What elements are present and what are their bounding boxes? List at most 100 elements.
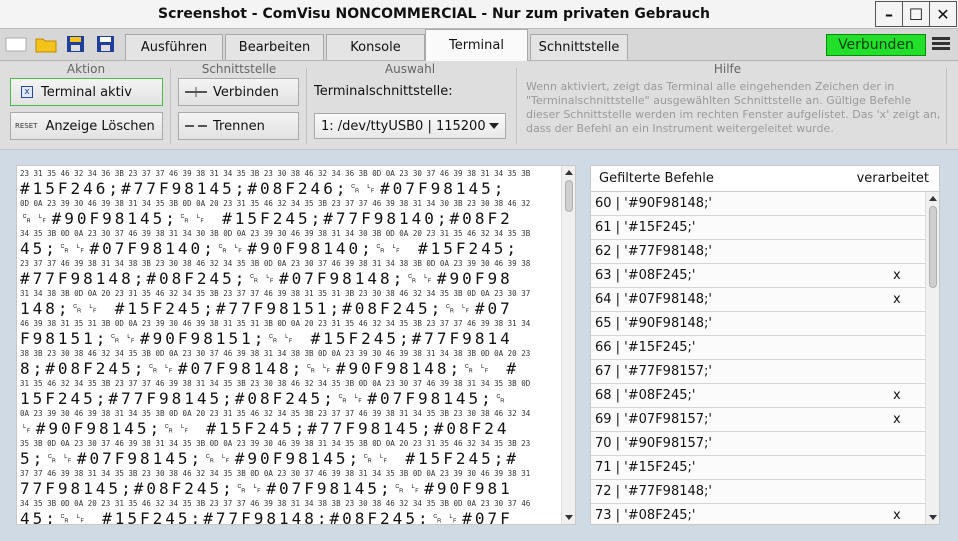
terminal-text-line: 148;␍␊ #15F245;#77F98151;#08F245;␍␊#07 xyxy=(20,301,513,316)
terminal-text-line: #77F98148;#08F245;␍␊#07F98148;␍␊#90F98 xyxy=(20,271,513,286)
terminal-text-line: #15F246;#77F98145;#08F246;␍␊#07F98145; xyxy=(20,181,507,196)
terminal-hex-line: 0D 0A 23 39 30 46 39 38 31 34 35 3B 0D 0… xyxy=(20,199,531,208)
group-label-aktion: Aktion xyxy=(66,62,106,76)
menu-icon[interactable] xyxy=(932,37,950,51)
command-text: 68 | '#08F245;' xyxy=(595,388,696,403)
terminal-output[interactable]: 23 31 35 46 32 34 36 3B 23 37 37 46 39 3… xyxy=(16,165,576,525)
open-folder-icon[interactable] xyxy=(35,35,57,53)
command-text: 62 | '#77F98148;' xyxy=(595,244,712,259)
command-row[interactable]: 72 | '#77F98148;' xyxy=(591,480,925,504)
tab-schnittstelle[interactable]: Schnittstelle xyxy=(530,34,628,60)
terminalschnittstelle-select[interactable]: 1: /dev/ttyUSB0 | 115200 xyxy=(314,113,506,139)
filtered-commands-panel: Gefilterte Befehle verarbeitet 60 | '#90… xyxy=(590,165,940,525)
close-button[interactable]: ✕ xyxy=(929,1,957,27)
command-row[interactable]: 73 | '#08F245;' x xyxy=(591,504,925,524)
command-text: 71 | '#15F245;' xyxy=(595,460,696,475)
command-row[interactable]: 66 | '#15F245;' xyxy=(591,336,925,360)
command-row[interactable]: 68 | '#08F245;' x xyxy=(591,384,925,408)
tab-terminal[interactable]: Terminal xyxy=(425,29,528,61)
terminal-hex-line: 31 34 38 3B 0D 0A 20 23 31 35 46 32 34 3… xyxy=(20,289,531,298)
separator xyxy=(170,68,171,144)
command-text: 66 | '#15F245;' xyxy=(595,340,696,355)
group-label-schnittstelle: Schnittstelle xyxy=(201,62,277,76)
toolbar: Ausführen Bearbeiten Konsole Terminal Sc… xyxy=(0,29,958,61)
command-row[interactable]: 71 | '#15F245;' xyxy=(591,456,925,480)
command-row[interactable]: 70 | '#90F98157;' xyxy=(591,432,925,456)
maximize-button[interactable]: ☐ xyxy=(902,1,930,27)
command-row[interactable]: 63 | '#08F245;' x xyxy=(591,264,925,288)
separator xyxy=(306,68,307,144)
group-label-hilfe: Hilfe xyxy=(713,62,742,76)
terminal-text-line: ␍␊#90F98145;␍␊ #15F245;#77F98140;#08F2 xyxy=(20,211,513,226)
terminal-hex-line: 0A 23 39 30 46 39 38 31 34 35 3B 0D 0A 2… xyxy=(20,409,531,418)
command-text: 73 | '#08F245;' xyxy=(595,508,696,523)
scroll-down-icon[interactable] xyxy=(565,515,573,520)
separator xyxy=(946,68,947,144)
scroll-up-icon[interactable] xyxy=(565,170,573,175)
minimize-button[interactable]: – xyxy=(875,1,903,27)
terminal-text-line: ␊#90F98145;␍␊ #15F245;#77F98145;#08F24 xyxy=(20,421,510,436)
disconnect-icon xyxy=(185,125,207,127)
reset-icon: RESET xyxy=(15,122,38,130)
save-icon[interactable] xyxy=(95,35,117,53)
command-text: 72 | '#77F98148;' xyxy=(595,484,712,499)
anzeige-loeschen-label: Anzeige Löschen xyxy=(45,118,155,134)
command-text: 65 | '#90F98148;' xyxy=(595,316,712,331)
scroll-down-icon[interactable] xyxy=(929,515,937,520)
command-row[interactable]: 65 | '#90F98148;' xyxy=(591,312,925,336)
command-row[interactable]: 67 | '#77F98157;' xyxy=(591,360,925,384)
terminal-hex-line: 35 3B 0D 0A 23 30 37 46 39 38 31 34 35 3… xyxy=(20,439,531,448)
terminal-text-line: 77F98145;#08F245;␍␊#07F98145;␍␊#90F981 xyxy=(20,481,513,496)
title-bar: Screenshot - ComVisu NONCOMMERCIAL - Nur… xyxy=(0,0,958,29)
verbinden-button[interactable]: Verbinden xyxy=(178,78,299,106)
tab-konsole[interactable]: Konsole xyxy=(326,34,425,60)
verbinden-label: Verbinden xyxy=(213,84,279,100)
command-row[interactable]: 60 | '#90F98148;' xyxy=(591,192,925,216)
terminal-hex-line: 46 39 38 31 35 31 3B 0D 0A 23 39 30 46 3… xyxy=(20,319,531,328)
scroll-up-icon[interactable] xyxy=(929,196,937,201)
trennen-label: Trennen xyxy=(213,118,265,134)
anzeige-loeschen-button[interactable]: RESET Anzeige Löschen xyxy=(10,112,163,140)
processed-mark: x xyxy=(893,412,901,427)
tab-bearbeiten[interactable]: Bearbeiten xyxy=(225,34,324,60)
group-label-auswahl: Auswahl xyxy=(384,62,436,76)
terminal-text-line: 15F245;#77F98145;#08F245;␍␊#07F98145;␍ xyxy=(20,391,510,406)
commands-scrollbar[interactable] xyxy=(925,192,939,524)
command-text: 64 | '#07F98148;' xyxy=(595,292,712,307)
terminal-lines: 23 31 35 46 32 34 36 3B 23 37 37 46 39 3… xyxy=(17,166,575,525)
terminal-scrollbar[interactable] xyxy=(561,166,575,524)
terminal-aktiv-button[interactable]: x Terminal aktiv xyxy=(10,78,163,106)
scroll-thumb[interactable] xyxy=(565,180,573,212)
chevron-down-icon xyxy=(489,123,499,129)
connection-status-badge: Verbunden xyxy=(826,34,926,56)
trennen-button[interactable]: Trennen xyxy=(178,112,299,140)
commands-list: 60 | '#90F98148;' 61 | '#15F245;' 62 | '#7… xyxy=(591,192,925,524)
terminalschnittstelle-label: Terminalschnittstelle: xyxy=(314,84,453,99)
tab-ausfuehren[interactable]: Ausführen xyxy=(125,34,223,60)
command-row[interactable]: 64 | '#07F98148;' x xyxy=(591,288,925,312)
selected-interface: 1: /dev/ttyUSB0 | 115200 xyxy=(321,118,486,134)
processed-mark: x xyxy=(893,388,901,403)
processed-mark: x xyxy=(893,508,901,523)
command-row[interactable]: 62 | '#77F98148;' xyxy=(591,240,925,264)
terminal-hex-line: 34 35 3B 0D 0A 23 30 37 46 39 38 31 34 3… xyxy=(20,229,531,238)
terminal-text-line: 45;␍␊ #15F245;#77F98148;#08F245;␍␊#07F xyxy=(20,511,513,525)
command-row[interactable]: 69 | '#07F98157;' x xyxy=(591,408,925,432)
terminal-hex-line: 31 35 46 32 34 35 3B 23 37 37 46 39 38 3… xyxy=(20,379,531,388)
terminal-text-line: F98151;␍␊#90F98151;␍␊ #15F245;#77F9814 xyxy=(20,331,513,346)
header-verarbeitet: verarbeitet xyxy=(856,171,929,186)
terminal-hex-line: 23 31 35 46 32 34 36 3B 23 37 37 46 39 3… xyxy=(20,169,531,178)
save-as-icon[interactable] xyxy=(65,35,87,53)
command-text: 67 | '#77F98157;' xyxy=(595,364,712,379)
new-file-icon[interactable] xyxy=(5,35,27,53)
command-row[interactable]: 61 | '#15F245;' xyxy=(591,216,925,240)
scroll-thumb[interactable] xyxy=(929,206,937,288)
terminal-text-line: 5;␍␊#07F98145;␍␊#90F98145;␍␊ #15F245;# xyxy=(20,451,520,466)
terminal-text-line: 45;␍␊#07F98140;␍␊#90F98140;␍␊ #15F245; xyxy=(20,241,520,256)
terminal-hex-line: 38 3B 23 30 38 46 32 34 35 3B 0D 0A 23 3… xyxy=(20,349,531,358)
command-text: 60 | '#90F98148;' xyxy=(595,196,712,211)
commands-header: Gefilterte Befehle verarbeitet xyxy=(591,166,939,192)
terminal-hex-line: 34 35 3B 0D 0A 20 23 31 35 46 32 34 35 3… xyxy=(20,499,531,508)
terminal-hex-line: 37 37 46 39 38 31 34 35 3B 23 30 38 46 3… xyxy=(20,469,531,478)
command-text: 70 | '#90F98157;' xyxy=(595,436,712,451)
